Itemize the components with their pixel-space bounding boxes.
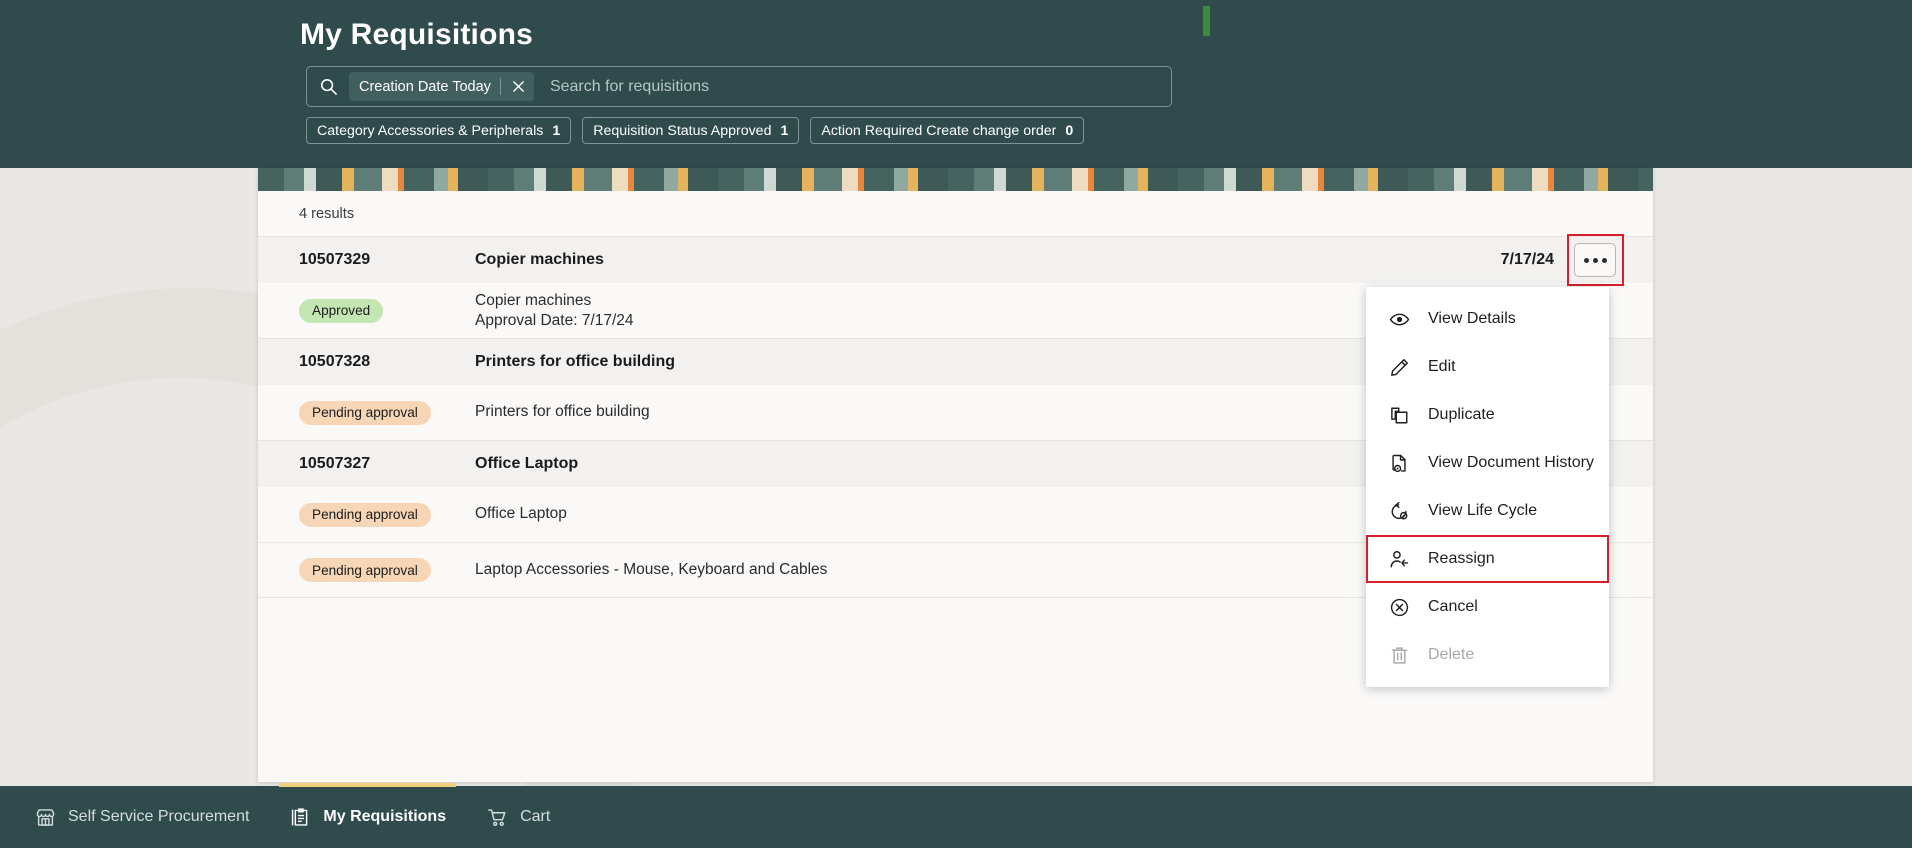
dot	[1583, 257, 1589, 263]
nav-item-label: My Requisitions	[323, 808, 447, 825]
menu-item-label: Cancel	[1428, 598, 1478, 615]
dot	[1592, 257, 1598, 263]
eye-icon	[1388, 308, 1410, 330]
dot	[1601, 257, 1607, 263]
menu-item-duplicate[interactable]: Duplicate	[1366, 391, 1609, 439]
lifecycle-icon	[1388, 500, 1410, 522]
decorative-banner	[258, 168, 1653, 191]
circle-x-icon	[1388, 596, 1410, 618]
requisition-date: 7/17/24	[1500, 251, 1554, 268]
status-badge: Pending approval	[299, 400, 435, 425]
menu-item-cancel[interactable]: Cancel	[1366, 583, 1609, 631]
menu-item-label: View Details	[1428, 310, 1516, 327]
page-title: My Requisitions	[300, 18, 534, 51]
requisition-id: 10507328	[299, 353, 371, 370]
menu-item-label: View Life Cycle	[1428, 502, 1538, 519]
filter-chip-requisition-status[interactable]: Requisition Status Approved 1	[582, 117, 800, 144]
pencil-icon	[1388, 356, 1410, 378]
menu-item-delete: Delete	[1366, 631, 1609, 679]
requisition-line-title: Office Laptop	[475, 505, 567, 523]
green-marker	[1203, 6, 1210, 36]
nav-item-cart[interactable]: Cart	[466, 786, 570, 848]
filter-chip-category[interactable]: Category Accessories & Peripherals 1	[306, 117, 572, 144]
filter-chips-row: Category Accessories & Peripherals 1 Req…	[306, 117, 1085, 144]
user-arrow-icon	[1388, 548, 1410, 570]
menu-item-reassign[interactable]: Reassign	[1366, 535, 1609, 583]
filter-chip-label: Requisition Status Approved	[593, 122, 772, 139]
status-badge: Pending approval	[299, 502, 435, 527]
storefront-icon	[34, 806, 56, 828]
context-menu: View Details Edit Duplicate View Documen…	[1366, 287, 1609, 687]
overflow-button-highlight	[1567, 234, 1653, 286]
requisition-line-subtitle: Approval Date: 7/17/24	[475, 311, 634, 329]
nav-item-self-service-procurement[interactable]: Self Service Procurement	[14, 786, 269, 848]
trash-icon	[1388, 644, 1410, 666]
menu-item-label: Delete	[1428, 646, 1475, 663]
nav-item-label: Self Service Procurement	[68, 808, 250, 825]
copy-icon	[1388, 404, 1410, 426]
menu-item-label: View Document History	[1428, 454, 1594, 471]
menu-item-edit[interactable]: Edit	[1366, 343, 1609, 391]
filter-chip-count: 1	[552, 122, 561, 139]
search-token-label: Creation Date Today	[359, 78, 491, 95]
nav-item-label: Cart	[520, 808, 551, 825]
requisition-line-title: Laptop Accessories - Mouse, Keyboard and…	[475, 560, 828, 578]
token-separator	[499, 78, 501, 95]
requisition-line-text-block: Printers for office building	[475, 402, 650, 423]
menu-item-view-life-cycle[interactable]: View Life Cycle	[1366, 487, 1609, 535]
close-icon[interactable]	[508, 76, 530, 98]
menu-item-label: Edit	[1428, 358, 1456, 375]
app-root: My Requisitions Creation Date Today Sear…	[0, 0, 1912, 848]
clipboard-icon	[289, 806, 311, 828]
nav-item-my-requisitions[interactable]: My Requisitions	[269, 783, 466, 848]
requisition-line-text-block: Copier machines Approval Date: 7/17/24	[475, 291, 634, 330]
search-input[interactable]: Search for requisitions	[550, 78, 709, 96]
bottom-navigation: Self Service Procurement My Requisitions	[0, 783, 1912, 848]
menu-item-view-document-history[interactable]: View Document History	[1366, 439, 1609, 487]
menu-item-label: Duplicate	[1428, 406, 1495, 423]
filter-chip-count: 0	[1065, 122, 1074, 139]
requisition-line-title: Printers for office building	[475, 403, 650, 421]
status-badge-label: Approved	[299, 298, 384, 323]
status-badge-label: Pending approval	[299, 502, 431, 527]
filter-chip-label: Action Required Create change order	[821, 122, 1057, 139]
status-badge: Pending approval	[299, 558, 435, 582]
requisition-id: 10507329	[299, 251, 371, 268]
filter-chip-label: Category Accessories & Peripherals	[317, 122, 544, 139]
requisition-id: 10507327	[299, 455, 371, 472]
search-bar[interactable]: Creation Date Today Search for requisiti…	[306, 66, 1172, 107]
ellipsis-icon[interactable]	[1574, 243, 1616, 277]
menu-item-view-details[interactable]: View Details	[1366, 295, 1609, 343]
requisition-header-row[interactable]: 10507329 Copier machines 7/17/24	[258, 234, 1653, 286]
requisition-line-title: Copier machines	[475, 292, 592, 310]
requisition-line-text-block: Laptop Accessories - Mouse, Keyboard and…	[475, 560, 827, 581]
requisition-title: Copier machines	[475, 251, 604, 268]
search-icon	[319, 77, 338, 96]
cart-icon	[486, 806, 508, 828]
results-count: 4 results	[258, 191, 1653, 237]
requisition-line-text-block: Office Laptop	[475, 504, 567, 525]
status-badge-label: Pending approval	[299, 400, 431, 425]
filter-chip-action-required[interactable]: Action Required Create change order 0	[810, 117, 1085, 144]
status-badge-label: Pending approval	[299, 558, 431, 582]
search-filter-token[interactable]: Creation Date Today	[349, 72, 534, 101]
status-badge: Approved	[299, 298, 435, 323]
filter-chip-count: 1	[780, 122, 789, 139]
document-eye-icon	[1388, 452, 1410, 474]
menu-item-label: Reassign	[1428, 550, 1495, 567]
